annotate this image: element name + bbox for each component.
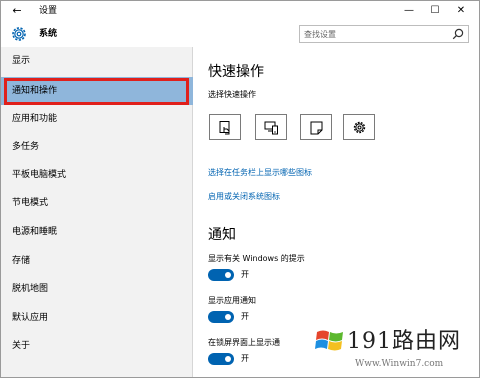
toggle-label-lock-screen: 在锁屏界面上显示通 <box>208 338 280 347</box>
settings-window: ← 设置 — ☐ ✕ 系统 显示 通知和操作 应用和功能 多任务 平板电脑模式 … <box>0 0 480 378</box>
maximize-button[interactable]: ☐ <box>423 2 447 20</box>
tablet-mode-icon <box>219 121 230 135</box>
toggle-label-app-notifications: 显示应用通知 <box>208 296 256 305</box>
note-icon <box>310 121 323 135</box>
gear-icon <box>12 27 26 41</box>
quick-action-tile-settings[interactable] <box>343 114 375 140</box>
search-input[interactable] <box>304 27 444 41</box>
toggle-windows-tips[interactable] <box>208 269 234 281</box>
sidebar-item-tablet-mode[interactable]: 平板电脑模式 <box>1 161 193 189</box>
link-taskbar-icons[interactable]: 选择在任务栏上显示哪些图标 <box>208 167 312 179</box>
title-bar: ← 设置 — ☐ ✕ <box>1 1 479 21</box>
choose-quick-actions-label: 选择快速操作 <box>208 90 256 99</box>
close-button[interactable]: ✕ <box>449 2 473 20</box>
search-box[interactable] <box>299 25 469 43</box>
section-title: 系统 <box>39 29 58 39</box>
quick-action-tile-connect[interactable] <box>255 114 287 140</box>
sidebar-item-offline-maps[interactable]: 脱机地图 <box>1 275 193 303</box>
sidebar: 显示 通知和操作 应用和功能 多任务 平板电脑模式 节电模式 电源和睡眠 存储 … <box>1 47 193 377</box>
sidebar-item-battery-saver[interactable]: 节电模式 <box>1 189 193 217</box>
sidebar-item-default-apps[interactable]: 默认应用 <box>1 304 193 332</box>
sidebar-item-storage[interactable]: 存储 <box>1 247 193 275</box>
search-icon[interactable] <box>452 28 464 40</box>
settings-icon <box>353 121 366 134</box>
quick-action-tile-tablet-mode[interactable] <box>209 114 241 140</box>
quick-actions-heading: 快速操作 <box>208 64 264 80</box>
sidebar-item-display[interactable]: 显示 <box>1 47 193 75</box>
connect-icon <box>264 121 278 135</box>
settings-header: 系统 <box>1 21 479 47</box>
link-system-icons[interactable]: 启用或关闭系统图标 <box>208 191 280 203</box>
window-title: 设置 <box>39 6 58 16</box>
quick-action-tile-note[interactable] <box>300 114 332 140</box>
sidebar-item-multitasking[interactable]: 多任务 <box>1 133 193 161</box>
toggle-label-windows-tips: 显示有关 Windows 的提示 <box>208 254 305 263</box>
minimize-button[interactable]: — <box>397 2 421 20</box>
sidebar-item-power-sleep[interactable]: 电源和睡眠 <box>1 218 193 246</box>
main-content: 快速操作 选择快速操作 选择在任务栏上显示哪些图标 启用或关闭系统图标 通知 显… <box>194 47 479 377</box>
sidebar-item-apps-features[interactable]: 应用和功能 <box>1 105 193 133</box>
back-arrow-icon[interactable]: ← <box>9 3 25 19</box>
toggle-state-app-notifications: 开 <box>241 312 249 321</box>
toggle-state-lock-screen: 开 <box>241 354 249 363</box>
toggle-lock-screen[interactable] <box>208 353 234 365</box>
notifications-heading: 通知 <box>208 227 236 243</box>
sidebar-item-notifications-actions[interactable]: 通知和操作 <box>1 77 193 105</box>
toggle-app-notifications[interactable] <box>208 311 234 323</box>
sidebar-item-about[interactable]: 关于 <box>1 332 193 360</box>
toggle-state-windows-tips: 开 <box>241 270 249 279</box>
